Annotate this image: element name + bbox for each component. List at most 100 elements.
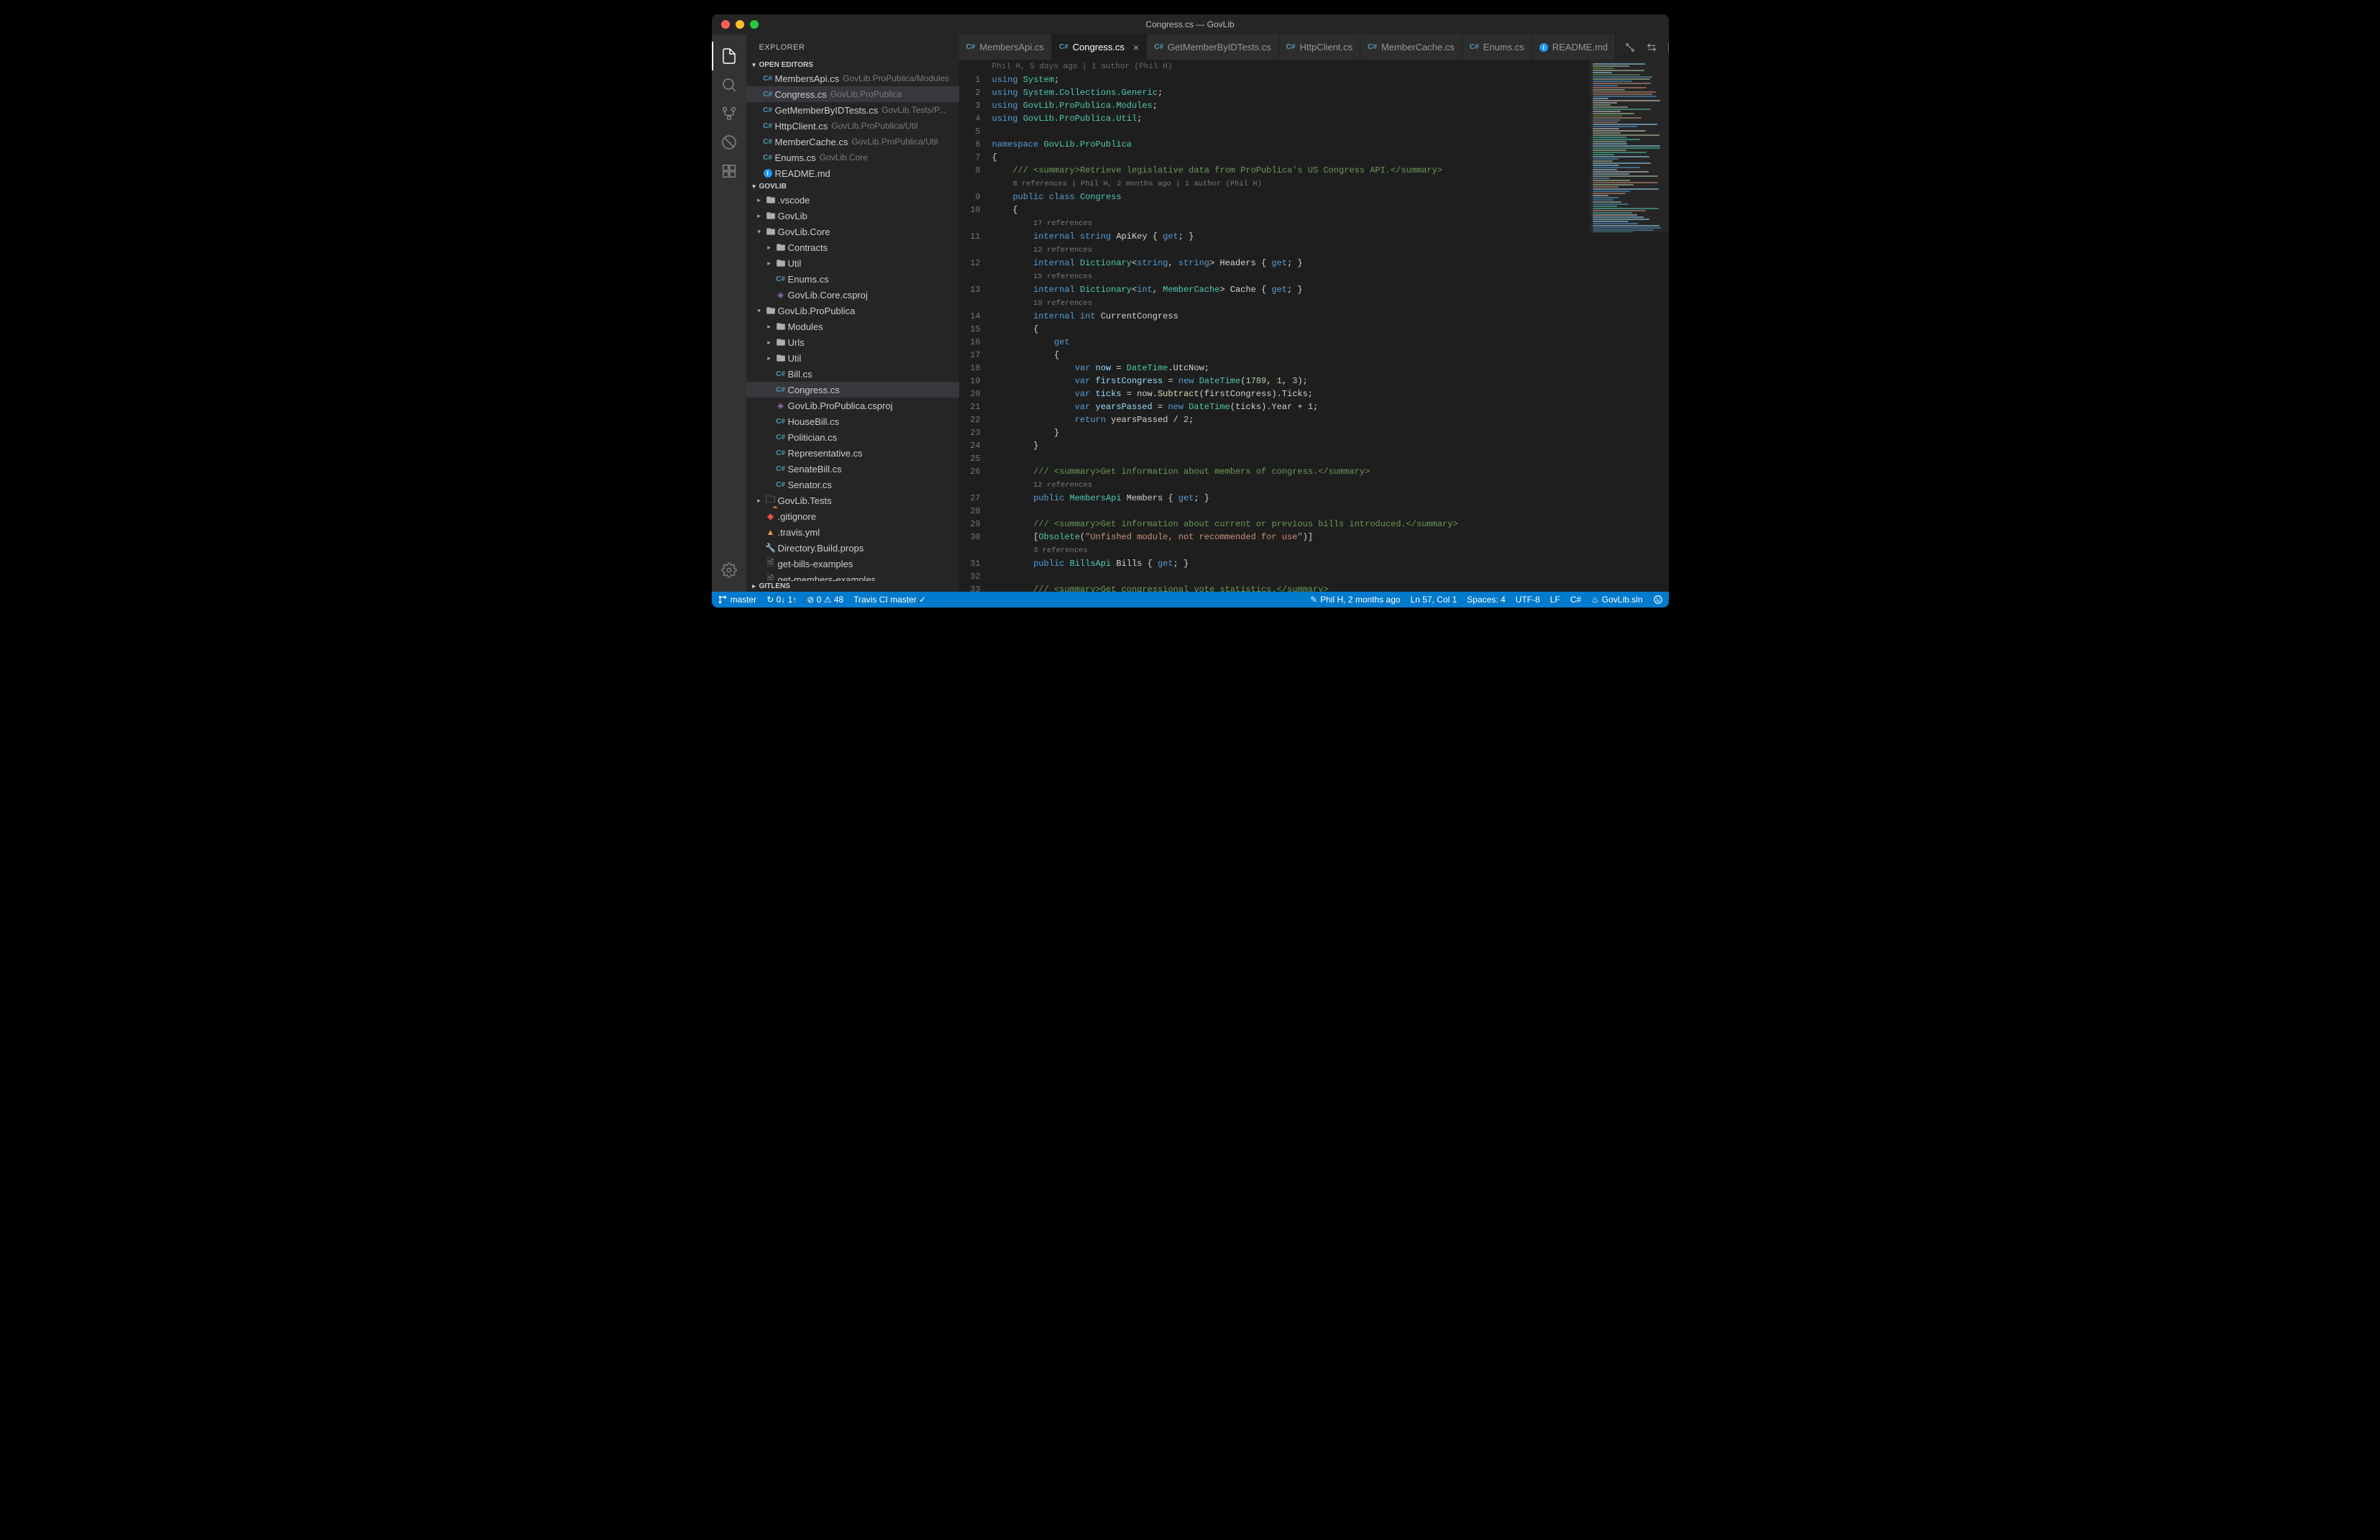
- tree-item[interactable]: 🗎get-members-examples: [746, 572, 959, 581]
- code-line[interactable]: 13 internal Dictionary<int, MemberCache>…: [959, 283, 1669, 296]
- tree-item[interactable]: ▸Util: [746, 350, 959, 366]
- status-branch[interactable]: master: [718, 595, 757, 605]
- code-line[interactable]: 6namespace GovLib.ProPublica: [959, 138, 1669, 151]
- editor-tab[interactable]: C#MembersApi.cs: [959, 35, 1052, 60]
- tree-item[interactable]: 🗎get-bills-examples: [746, 556, 959, 572]
- status-sync[interactable]: ↻ 0↓ 1↑: [766, 595, 797, 605]
- code-line[interactable]: 14 internal int CurrentCongress: [959, 310, 1669, 323]
- status-language[interactable]: C#: [1570, 595, 1581, 605]
- maximize-window-button[interactable]: [750, 20, 759, 29]
- activity-debug[interactable]: [712, 128, 746, 157]
- tree-item[interactable]: C#Bill.cs: [746, 366, 959, 382]
- tree-item[interactable]: C#Enums.cs: [746, 271, 959, 287]
- close-window-button[interactable]: [721, 20, 730, 29]
- code-line[interactable]: 19 references: [959, 296, 1669, 310]
- open-editor-item[interactable]: C#MembersApi.csGovLib.ProPublica/Modules: [746, 70, 959, 86]
- code-line[interactable]: 15 references: [959, 270, 1669, 283]
- code-line[interactable]: 17 {: [959, 349, 1669, 362]
- code-line[interactable]: 7{: [959, 151, 1669, 164]
- tree-item[interactable]: C#Representative.cs: [746, 445, 959, 461]
- code-line[interactable]: 8 references | Phil H, 2 months ago | 1 …: [959, 177, 1669, 191]
- tree-item[interactable]: C#Politician.cs: [746, 429, 959, 445]
- editor-tab[interactable]: iREADME.md: [1532, 35, 1616, 60]
- editor-tab[interactable]: C#Enums.cs: [1463, 35, 1532, 60]
- code-line[interactable]: 24 }: [959, 439, 1669, 452]
- tree-item[interactable]: ◈GovLib.Core.csproj: [746, 287, 959, 303]
- code-line[interactable]: 4using GovLib.ProPublica.Util;: [959, 112, 1669, 125]
- code-line[interactable]: 26 /// <summary>Get information about me…: [959, 465, 1669, 478]
- open-editor-item[interactable]: iREADME.md: [746, 165, 959, 181]
- code-line[interactable]: 17 references: [959, 216, 1669, 230]
- code-line[interactable]: 12 references: [959, 243, 1669, 257]
- code-line[interactable]: 3using GovLib.ProPublica.Modules;: [959, 99, 1669, 112]
- code-line[interactable]: 1using System;: [959, 73, 1669, 86]
- code-line[interactable]: 25: [959, 452, 1669, 465]
- open-editor-item[interactable]: C#Enums.csGovLib.Core: [746, 150, 959, 165]
- code-line[interactable]: 16 get: [959, 336, 1669, 349]
- tree-item[interactable]: ▸GovLib: [746, 208, 959, 224]
- code-line[interactable]: 20 var ticks = now.Subtract(firstCongres…: [959, 388, 1669, 400]
- code-line[interactable]: 18 var now = DateTime.UtcNow;: [959, 362, 1669, 375]
- tree-item[interactable]: ▸Contracts: [746, 239, 959, 255]
- code-line[interactable]: 8 /// <summary>Retrieve legislative data…: [959, 164, 1669, 177]
- status-encoding[interactable]: UTF-8: [1516, 595, 1540, 605]
- tree-item[interactable]: C#Senator.cs: [746, 477, 959, 492]
- editor-tab[interactable]: C#Congress.cs×: [1052, 35, 1147, 60]
- tree-item[interactable]: ▸.vscode: [746, 192, 959, 208]
- code-line[interactable]: 21 var yearsPassed = new DateTime(ticks)…: [959, 400, 1669, 413]
- code-line[interactable]: 2using System.Collections.Generic;: [959, 86, 1669, 99]
- tree-item[interactable]: ▸Modules: [746, 318, 959, 334]
- gitlens-header[interactable]: ▸ GITLENS: [746, 581, 959, 592]
- close-tab-icon[interactable]: ×: [1133, 42, 1139, 53]
- open-editors-header[interactable]: ▾ OPEN EDITORS: [746, 60, 959, 70]
- tree-item[interactable]: ▾GovLib.Core: [746, 224, 959, 239]
- activity-extensions[interactable]: [712, 157, 746, 185]
- tree-item[interactable]: C#Congress.cs: [746, 382, 959, 398]
- tree-item[interactable]: ▸Util: [746, 255, 959, 271]
- tree-item[interactable]: ◈GovLib.ProPublica.csproj: [746, 398, 959, 413]
- status-cursor-position[interactable]: Ln 57, Col 1: [1411, 595, 1457, 605]
- editor-tab[interactable]: C#MemberCache.cs: [1360, 35, 1463, 60]
- open-editor-item[interactable]: C#HttpClient.csGovLib.ProPublica/Util: [746, 118, 959, 134]
- status-eol[interactable]: LF: [1550, 595, 1560, 605]
- editor-tab[interactable]: C#HttpClient.cs: [1279, 35, 1361, 60]
- tree-item[interactable]: 🔧Directory.Build.props: [746, 540, 959, 556]
- status-feedback[interactable]: [1653, 595, 1663, 605]
- code-line[interactable]: 5: [959, 125, 1669, 138]
- gitlens-tab-icon[interactable]: [1624, 42, 1636, 53]
- open-editor-item[interactable]: C#Congress.csGovLib.ProPublica: [746, 86, 959, 102]
- activity-settings[interactable]: [712, 556, 746, 585]
- code-line[interactable]: 33 /// <summary>Get congressional vote s…: [959, 583, 1669, 592]
- status-travis[interactable]: Travis CI master ✓: [853, 595, 926, 605]
- open-editor-item[interactable]: C#GetMemberByIDTests.csGovLib.Tests/P...: [746, 102, 959, 118]
- code-line[interactable]: 15 {: [959, 323, 1669, 336]
- code-line[interactable]: 28: [959, 505, 1669, 518]
- code-line[interactable]: 30 [Obsolete("Unfished module, not recom…: [959, 531, 1669, 544]
- tree-item[interactable]: C#SenateBill.cs: [746, 461, 959, 477]
- tree-item[interactable]: ◆.gitignore: [746, 508, 959, 524]
- tree-item[interactable]: ▲.travis.yml: [746, 524, 959, 540]
- tree-item[interactable]: C#HouseBill.cs: [746, 413, 959, 429]
- code-line[interactable]: 31 public BillsApi Bills { get; }: [959, 557, 1669, 570]
- code-line[interactable]: 27 public MembersApi Members { get; }: [959, 492, 1669, 505]
- status-blame[interactable]: ✎ Phil H, 2 months ago: [1310, 595, 1400, 605]
- tree-item[interactable]: ▾GovLib.ProPublica: [746, 303, 959, 318]
- code-line[interactable]: 22 return yearsPassed / 2;: [959, 413, 1669, 426]
- code-line[interactable]: 3 references: [959, 544, 1669, 557]
- code-line[interactable]: 19 var firstCongress = new DateTime(1789…: [959, 375, 1669, 388]
- status-solution[interactable]: ♨ GovLib.sln: [1591, 595, 1642, 605]
- code-line[interactable]: 10 {: [959, 203, 1669, 216]
- diff-icon[interactable]: [1646, 42, 1657, 53]
- split-editor-icon[interactable]: [1667, 42, 1668, 53]
- code-line[interactable]: 32: [959, 570, 1669, 583]
- activity-source-control[interactable]: [712, 99, 746, 128]
- open-editor-item[interactable]: C#MemberCache.csGovLib.ProPublica/Util: [746, 134, 959, 150]
- code-line[interactable]: 29 /// <summary>Get information about cu…: [959, 518, 1669, 531]
- project-header[interactable]: ▾ GOVLIB: [746, 181, 959, 192]
- tree-item[interactable]: ▸🗀GovLib.Tests: [746, 492, 959, 508]
- code-line[interactable]: 11 internal string ApiKey { get; }: [959, 230, 1669, 243]
- activity-search[interactable]: [712, 70, 746, 99]
- code-line[interactable]: 9 public class Congress: [959, 191, 1669, 203]
- code-line[interactable]: 12 internal Dictionary<string, string> H…: [959, 257, 1669, 270]
- editor-tab[interactable]: C#GetMemberByIDTests.cs: [1147, 35, 1279, 60]
